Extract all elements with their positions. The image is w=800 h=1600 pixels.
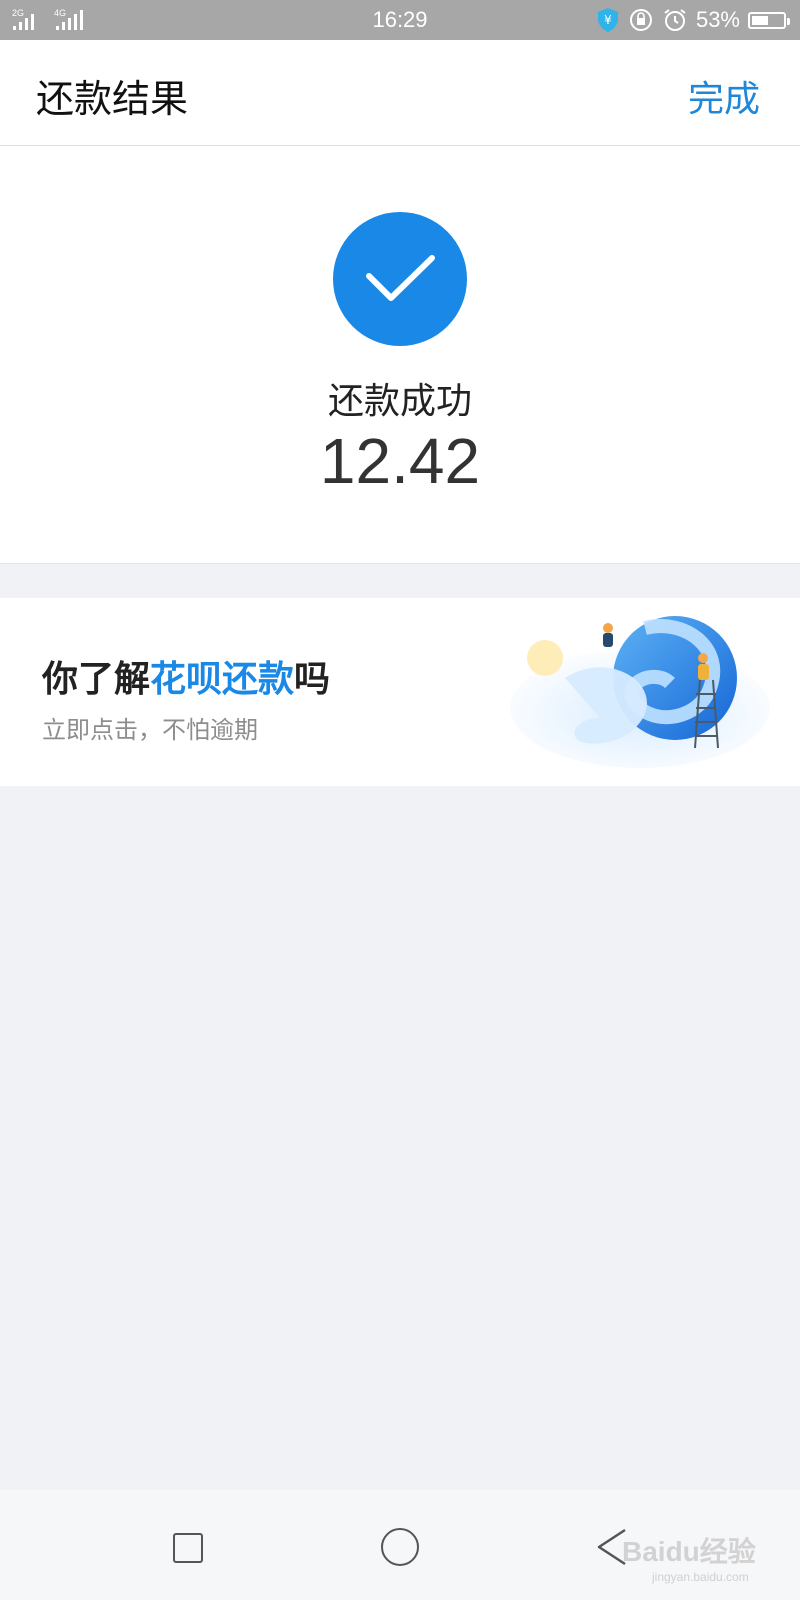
result-amount: 12.42	[319, 425, 481, 497]
system-nav-bar: Baidu经验 jingyan.baidu.com	[0, 1490, 800, 1600]
baidu-watermark: Baidu经验	[622, 1536, 756, 1567]
svg-text:¥: ¥	[604, 13, 612, 27]
home-button[interactable]	[381, 1528, 419, 1566]
promo-title-suffix: 吗	[294, 659, 331, 700]
status-bar: 2G 4G 16:29 ¥ 53%	[0, 0, 800, 40]
success-badge	[333, 212, 467, 346]
promo-title: 你了解花呗还款吗	[42, 650, 330, 702]
rotation-lock-icon	[629, 9, 652, 31]
recent-apps-button[interactable]	[173, 1533, 203, 1563]
battery-icon	[748, 11, 790, 29]
promo-title-highlight: 花呗还款	[150, 659, 295, 700]
done-button[interactable]: 完成	[688, 70, 760, 122]
status-right-icons: ¥ 53%	[596, 6, 790, 34]
globe-with-people-illustration	[510, 616, 770, 768]
baidu-watermark-url: jingyan.baidu.com	[652, 1570, 749, 1584]
promo-banner[interactable]: 你了解花呗还款吗 立即点击，不怕逾期	[0, 598, 800, 786]
promo-title-prefix: 你了解	[42, 659, 151, 700]
promo-subtitle: 立即点击，不怕逾期	[42, 716, 258, 744]
nav-bar: 还款结果 完成	[0, 40, 800, 146]
battery-percent: 53%	[695, 7, 740, 32]
result-card: 还款成功 12.42	[0, 146, 800, 564]
battery-level-fill	[752, 15, 768, 25]
alarm-clock-icon	[664, 9, 686, 31]
alipay-shield-icon: ¥	[597, 8, 618, 32]
result-status-text: 还款成功	[327, 381, 472, 422]
check-icon	[366, 255, 435, 301]
page-title: 还款结果	[36, 77, 189, 121]
